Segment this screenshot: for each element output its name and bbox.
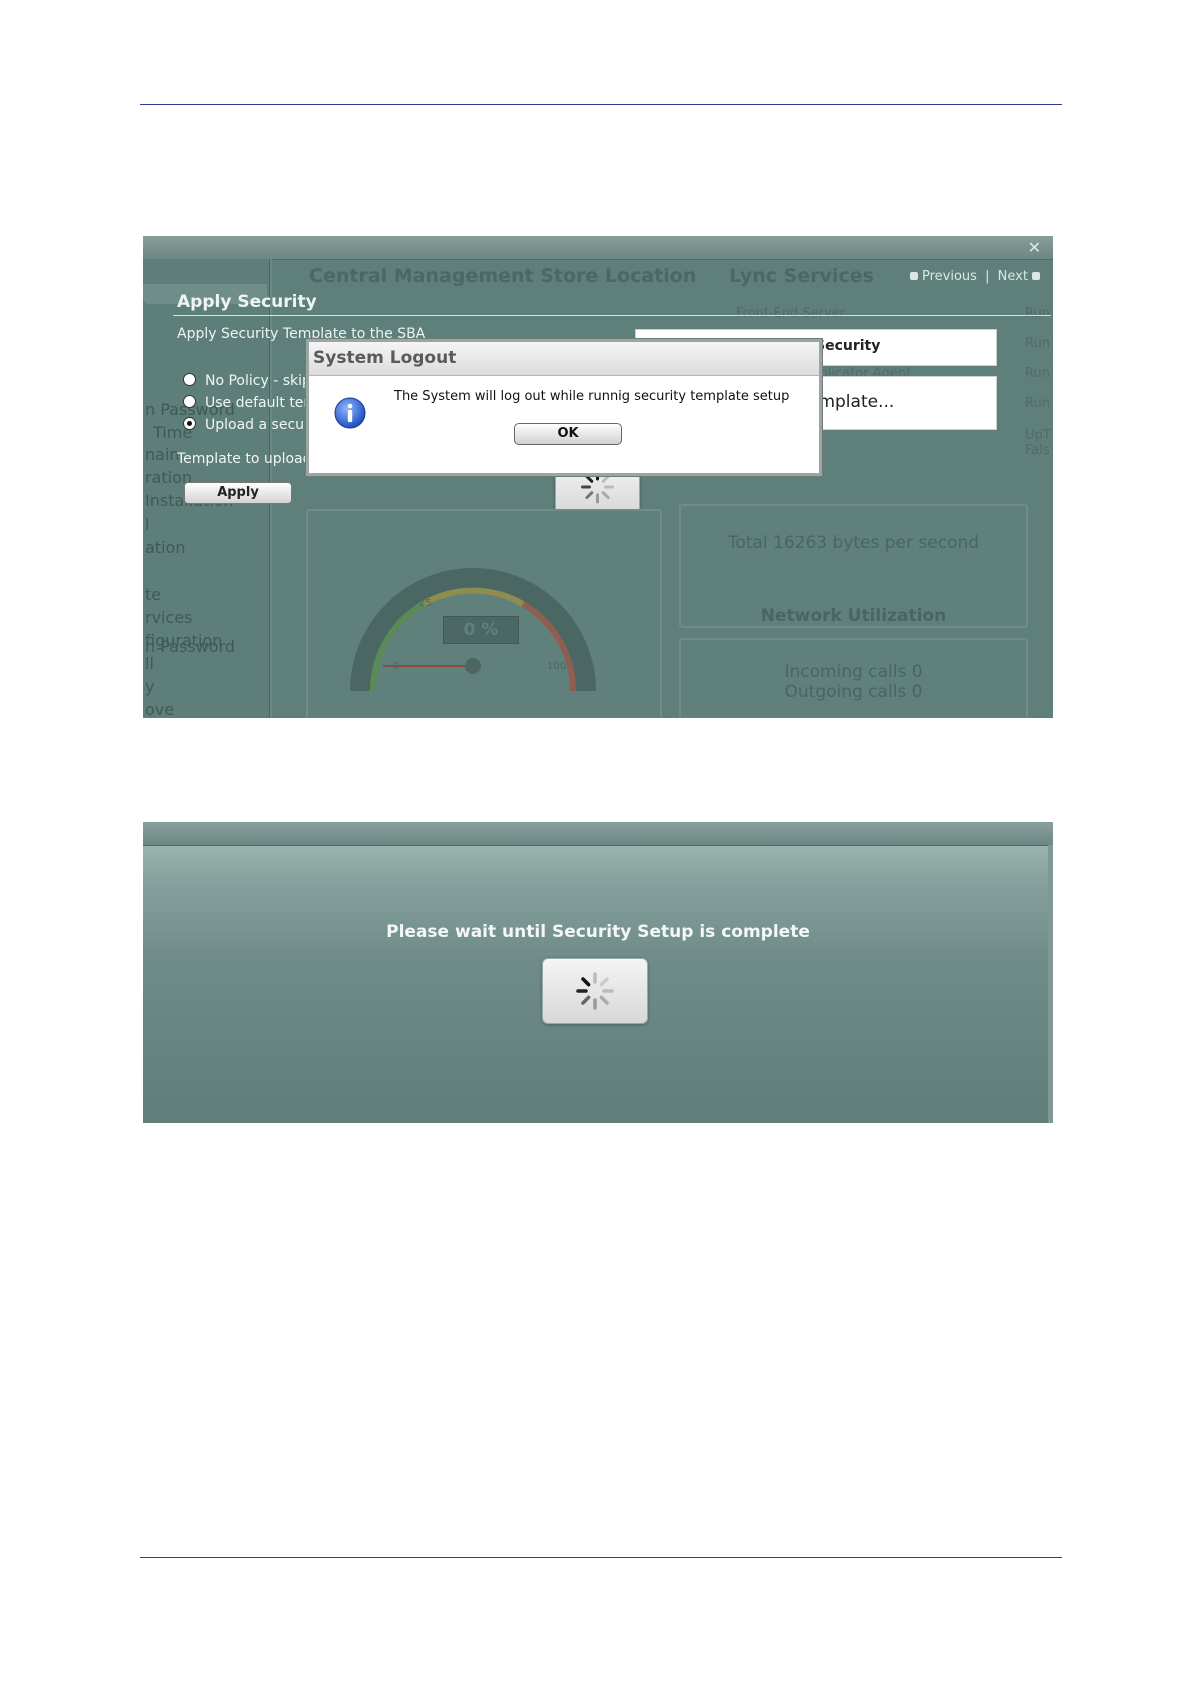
network-panel: Total 16263 bytes per second Network Uti… xyxy=(679,504,1028,628)
nav-item-ove[interactable]: ove xyxy=(145,700,174,718)
service-status: Run xyxy=(1025,396,1050,411)
radio-button-selected[interactable] xyxy=(183,416,196,430)
previous-link[interactable]: Previous xyxy=(922,269,977,284)
option-label: No Policy - skip xyxy=(205,373,311,389)
nav-separator: | xyxy=(985,269,990,284)
nav-item-domain[interactable]: nain xyxy=(145,445,180,464)
section-title: Apply Security xyxy=(177,292,317,312)
radio-button[interactable] xyxy=(183,372,196,386)
nav-item-te[interactable]: te xyxy=(145,585,161,604)
next-link[interactable]: Next xyxy=(998,269,1028,284)
window-right-edge xyxy=(1048,845,1053,1123)
option-default-template[interactable]: Use default tem xyxy=(183,394,318,411)
gauge-tick: 100 xyxy=(547,661,567,672)
security-label: Security xyxy=(815,338,881,354)
network-title: Network Utilization xyxy=(760,606,947,626)
lync-heading: Lync Services xyxy=(729,265,874,287)
apply-button[interactable]: Apply xyxy=(184,482,292,504)
service-status: Fals xyxy=(1025,443,1050,458)
dialog-message: The System will log out while runnig sec… xyxy=(394,389,790,404)
nav-item-figuration[interactable]: figuration xyxy=(145,631,222,650)
page-footer-rule xyxy=(140,1557,1062,1558)
gauge-tick: 75 xyxy=(534,598,547,609)
window-title-bar xyxy=(143,822,1053,846)
system-logout-dialog: System Logout The System will log out wh… xyxy=(306,339,822,476)
template-upload-label: Template to upload xyxy=(177,451,312,467)
cms-heading: Central Management Store Location xyxy=(309,265,697,287)
previous-icon[interactable] xyxy=(910,271,918,280)
ok-button[interactable]: OK xyxy=(514,423,622,445)
nav-item-ll[interactable]: ll xyxy=(145,654,154,673)
wait-message: Please wait until Security Setup is comp… xyxy=(386,922,810,942)
info-icon xyxy=(334,397,366,429)
option-label: Upload a securi xyxy=(205,417,314,433)
dialog-title: System Logout xyxy=(309,342,819,376)
nav-item-services[interactable]: rvices xyxy=(145,608,192,627)
gauge-value: 0 % xyxy=(443,616,519,644)
service-front-end: Front-End Server xyxy=(736,306,846,321)
gauge-tick: 0 xyxy=(393,661,400,672)
radio-button[interactable] xyxy=(183,394,196,408)
security-wait-window: Please wait until Security Setup is comp… xyxy=(143,822,1053,1123)
service-status: Run xyxy=(1025,336,1050,351)
close-icon[interactable]: ✕ xyxy=(1028,238,1041,257)
option-label: Use default tem xyxy=(205,395,318,411)
prev-next-nav: Previous | Next xyxy=(906,269,1044,284)
nav-item-ation[interactable]: ation xyxy=(145,538,185,557)
service-status: UpT xyxy=(1025,428,1051,443)
spinner-icon xyxy=(576,972,614,1010)
page-header-rule xyxy=(140,104,1062,105)
nav-item-y[interactable]: y xyxy=(145,677,154,696)
outgoing-calls: Outgoing calls 0 xyxy=(784,682,923,702)
gauge-tick: 50 xyxy=(474,568,487,579)
window-title-bar: ✕ xyxy=(143,236,1053,260)
nav-item-l[interactable]: l xyxy=(145,515,149,534)
service-status: Run xyxy=(1025,366,1050,381)
section-rule xyxy=(173,315,1051,316)
service-status: Run xyxy=(1025,306,1050,321)
option-no-policy[interactable]: No Policy - skip xyxy=(183,372,311,389)
network-total: Total 16263 bytes per second xyxy=(727,533,980,553)
security-setup-window: ✕ n Password n Password Time nain ration… xyxy=(143,236,1053,718)
next-icon[interactable] xyxy=(1031,271,1040,280)
calls-panel: Incoming calls 0 Outgoing calls 0 xyxy=(679,638,1028,718)
incoming-calls: Incoming calls 0 xyxy=(784,662,923,682)
option-upload-template[interactable]: Upload a securi xyxy=(183,416,314,433)
loading-spinner-box xyxy=(542,958,648,1024)
gauge-tick: 25 xyxy=(419,598,432,609)
